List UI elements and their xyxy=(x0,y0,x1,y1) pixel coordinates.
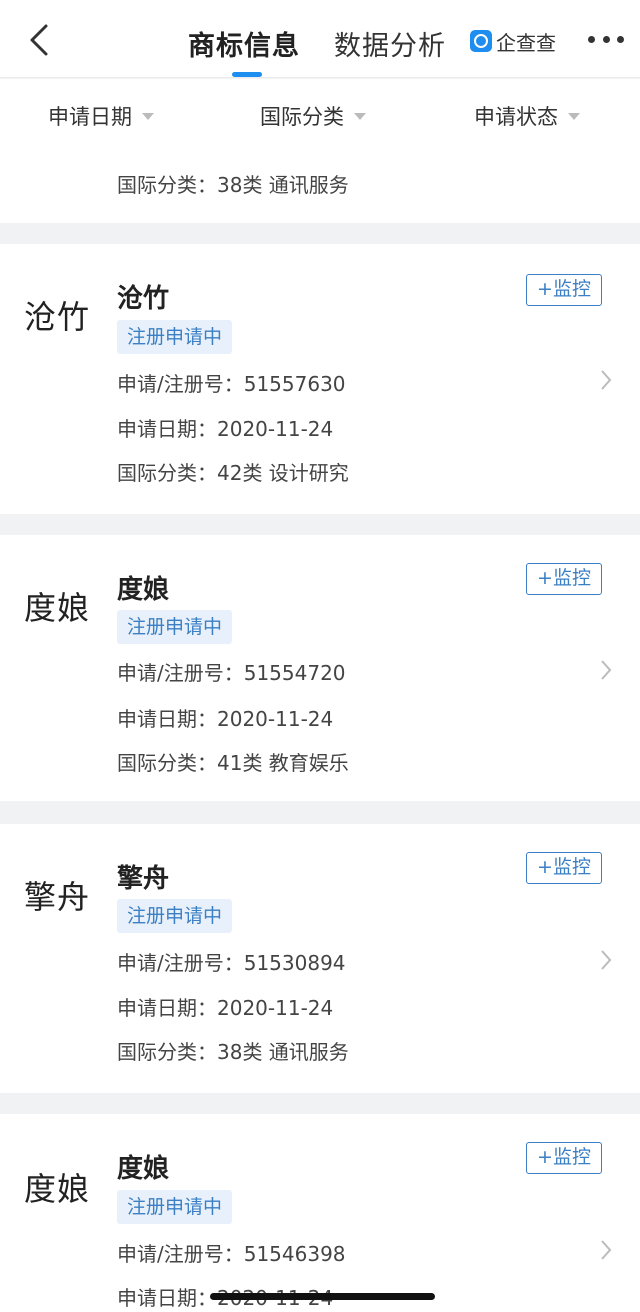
caret-down-icon xyxy=(354,112,366,120)
tab-trademark-info[interactable]: 商标信息 xyxy=(188,24,300,63)
filter-label: 国际分类 xyxy=(260,105,344,129)
filter-label: 申请状态 xyxy=(474,105,558,129)
trademark-name: 沧竹 xyxy=(117,284,170,314)
chevron-right-icon xyxy=(601,370,612,390)
trademark-card[interactable]: 擎舟 擎舟 注册申请中 申请/注册号：51530894 申请日期：2020-11… xyxy=(0,824,640,1093)
application-date: 申请日期：2020-11-24 xyxy=(117,417,334,441)
tab-data-analysis[interactable]: 数据分析 xyxy=(334,24,446,63)
status-badge: 注册申请中 xyxy=(117,610,233,644)
filter-bar: 申请日期 国际分类 申请状态 xyxy=(0,79,640,149)
monitor-button[interactable]: +监控 xyxy=(526,852,602,884)
monitor-button[interactable]: +监控 xyxy=(526,274,602,306)
trademark-image: 度娘 xyxy=(24,1170,91,1208)
status-badge: 注册申请中 xyxy=(117,1190,233,1224)
top-nav-bar: 商标信息 数据分析 企查查 xyxy=(0,0,640,78)
status-badge: 注册申请中 xyxy=(117,320,233,354)
trademark-card[interactable]: 度娘 度娘 注册申请中 申请/注册号：51554720 申请日期：2020-11… xyxy=(0,535,640,801)
international-class: 国际分类：42类 设计研究 xyxy=(117,461,349,485)
home-indicator xyxy=(210,1293,435,1300)
registration-number: 申请/注册号：51530894 xyxy=(117,951,346,975)
back-chevron-icon[interactable] xyxy=(26,22,56,58)
caret-down-icon xyxy=(142,112,154,120)
trademark-name: 度娘 xyxy=(117,575,170,605)
brand-logo: 企查查 xyxy=(470,28,556,55)
monitor-button[interactable]: +监控 xyxy=(526,1142,602,1174)
caret-down-icon xyxy=(568,112,580,120)
trademark-card[interactable]: 沧竹 沧竹 注册申请中 申请/注册号：51557630 申请日期：2020-11… xyxy=(0,244,640,514)
chevron-right-icon xyxy=(601,660,612,680)
international-class: 国际分类：38类 通讯服务 xyxy=(117,173,349,197)
trademark-card[interactable]: 度娘 度娘 注册申请中 申请/注册号：51546398 申请日期：2020-11… xyxy=(0,1114,640,1312)
filter-application-date[interactable]: 申请日期 xyxy=(48,101,154,131)
trademark-image: 度娘 xyxy=(24,589,91,627)
trademark-name: 擎舟 xyxy=(117,864,170,894)
application-date: 申请日期：2020-11-24 xyxy=(117,707,334,731)
list-item-partial[interactable]: 国际分类：38类 通讯服务 xyxy=(0,149,640,223)
filter-label: 申请日期 xyxy=(48,105,132,129)
brand-name: 企查查 xyxy=(496,30,556,55)
status-badge: 注册申请中 xyxy=(117,899,233,933)
filter-application-status[interactable]: 申请状态 xyxy=(474,101,580,131)
chevron-right-icon xyxy=(601,950,612,970)
trademark-image: 擎舟 xyxy=(24,878,91,916)
international-class: 国际分类：38类 通讯服务 xyxy=(117,1040,349,1064)
registration-number: 申请/注册号：51546398 xyxy=(117,1242,346,1266)
registration-number: 申请/注册号：51554720 xyxy=(117,661,346,685)
trademark-name: 度娘 xyxy=(117,1154,170,1184)
more-dots-icon[interactable] xyxy=(588,36,624,46)
international-class: 国际分类：41类 教育娱乐 xyxy=(117,751,349,775)
active-tab-indicator xyxy=(232,72,262,77)
monitor-button[interactable]: +监控 xyxy=(526,563,602,595)
trademark-image: 沧竹 xyxy=(24,298,91,336)
chevron-right-icon xyxy=(601,1240,612,1260)
application-date: 申请日期：2020-11-24 xyxy=(117,996,334,1020)
brand-icon xyxy=(470,30,492,52)
registration-number: 申请/注册号：51557630 xyxy=(117,372,346,396)
filter-international-class[interactable]: 国际分类 xyxy=(260,101,366,131)
